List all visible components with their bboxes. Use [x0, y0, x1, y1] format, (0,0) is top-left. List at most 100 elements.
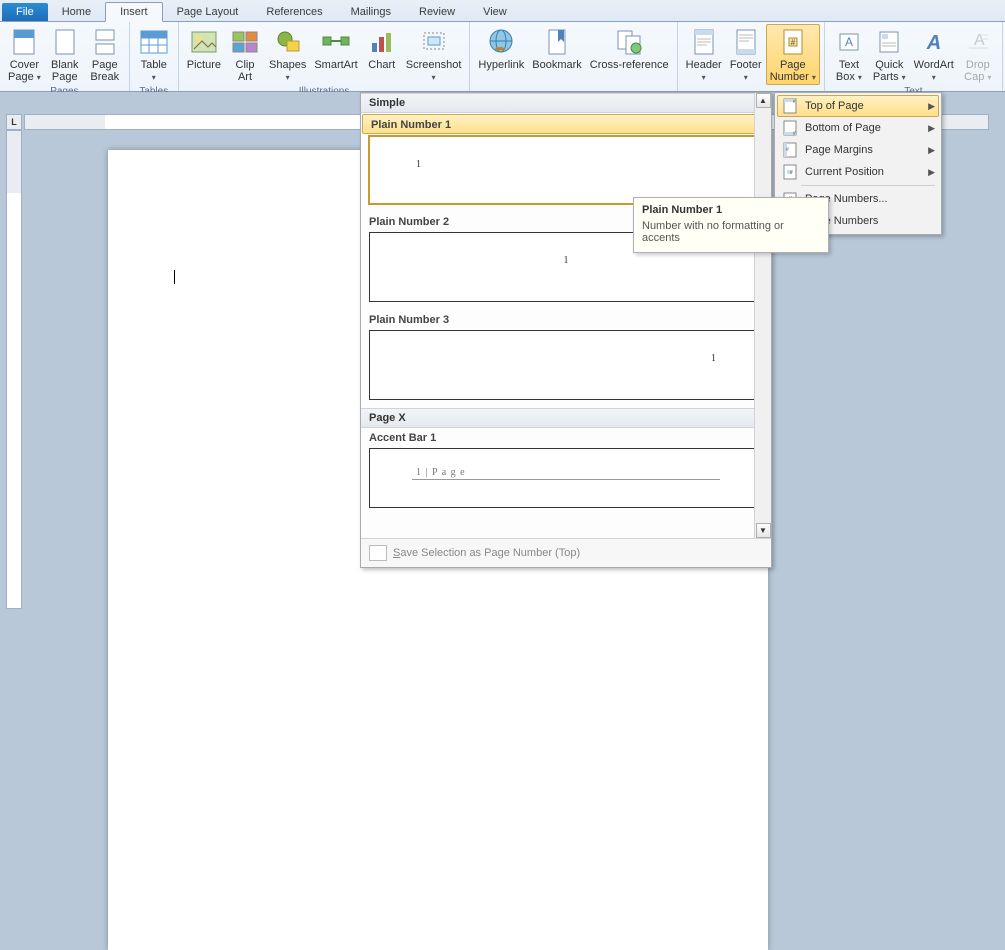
group-illustrations: Picture ClipArt Shapes▾ SmartArt Chart S…	[179, 22, 471, 91]
gallery-item-plain-3[interactable]: Plain Number 3 1	[361, 310, 771, 400]
shapes-button[interactable]: Shapes▾	[265, 24, 310, 85]
top-of-page-icon: #	[781, 98, 799, 114]
textbox-button[interactable]: ATextBox ▾	[829, 24, 869, 85]
page-number-button[interactable]: #PageNumber ▾	[766, 24, 820, 85]
menu-separator	[801, 185, 935, 186]
cover-page-icon	[8, 26, 40, 58]
save-selection-icon	[369, 545, 387, 561]
page-margins-icon: #	[781, 142, 799, 158]
scroll-down-button[interactable]: ▼	[756, 523, 771, 538]
menu-current-position[interactable]: # Current Position ▶	[777, 161, 939, 183]
bookmark-icon	[541, 26, 573, 58]
tooltip-body: Number with no formatting or accents	[642, 220, 820, 244]
menu-label: Current Position	[805, 166, 884, 178]
tooltip-title: Plain Number 1	[642, 204, 820, 216]
svg-text:#: #	[793, 131, 796, 136]
menu-bottom-of-page[interactable]: # Bottom of Page ▶	[777, 117, 939, 139]
group-links: Hyperlink Bookmark Cross-reference	[470, 22, 677, 91]
clipart-button[interactable]: ClipArt	[225, 24, 265, 85]
group-label-links	[474, 77, 672, 91]
tab-home[interactable]: Home	[48, 3, 105, 21]
submenu-arrow-icon: ▶	[928, 101, 935, 112]
group-pages: CoverPage ▾ BlankPage PageBreak Pages	[0, 22, 130, 91]
cover-page-button[interactable]: CoverPage ▾	[4, 24, 45, 85]
page-number-icon: #	[777, 26, 809, 58]
clipart-icon	[229, 26, 261, 58]
vertical-ruler[interactable]	[6, 130, 22, 609]
smartart-button[interactable]: SmartArt	[310, 24, 361, 73]
chart-button[interactable]: Chart	[362, 24, 402, 73]
textbox-icon: A	[833, 26, 865, 58]
menu-top-of-page[interactable]: # Top of Page ▶	[777, 95, 939, 117]
tab-references[interactable]: References	[252, 3, 336, 21]
tooltip: Plain Number 1 Number with no formatting…	[633, 197, 829, 253]
gallery-scrollbar[interactable]: ▲ ▼	[754, 93, 771, 538]
tab-alignment-selector[interactable]: L	[6, 114, 22, 130]
svg-text:A: A	[926, 32, 941, 54]
submenu-arrow-icon: ▶	[928, 167, 935, 178]
hyperlink-button[interactable]: Hyperlink	[474, 24, 528, 73]
footer-button[interactable]: Footer▾	[726, 24, 766, 85]
group-headerfooter: Header▾ Footer▾ #PageNumber ▾	[678, 22, 825, 91]
bookmark-button[interactable]: Bookmark	[528, 24, 586, 73]
tab-strip: File Home Insert Page Layout References …	[0, 0, 1005, 22]
wordart-button[interactable]: AWordArt▾	[910, 24, 958, 85]
submenu-arrow-icon: ▶	[928, 145, 935, 156]
svg-text:#: #	[791, 38, 796, 47]
gallery-preview: 1 | P a g e	[369, 448, 763, 508]
gallery-item-label: Accent Bar 1	[361, 428, 771, 446]
header-button[interactable]: Header▾	[682, 24, 726, 85]
gallery-group-simple: Simple	[361, 93, 771, 113]
ribbon: CoverPage ▾ BlankPage PageBreak Pages Ta…	[0, 22, 1005, 92]
tab-mailings[interactable]: Mailings	[337, 3, 405, 21]
gallery-item-label: Plain Number 1	[362, 114, 770, 134]
tab-insert[interactable]: Insert	[105, 2, 163, 22]
tab-file[interactable]: File	[2, 3, 48, 21]
page-number-gallery: Simple Plain Number 1 1 Plain Number 2 1…	[360, 92, 772, 568]
svg-text:#: #	[793, 99, 796, 105]
table-icon	[138, 26, 170, 58]
screenshot-button[interactable]: Screenshot▾	[402, 24, 466, 85]
gallery-save-selection: Save Selection as Page Number (Top)	[361, 538, 771, 567]
menu-label: Page Margins	[805, 144, 873, 156]
gallery-scroll[interactable]: Simple Plain Number 1 1 Plain Number 2 1…	[361, 93, 771, 538]
svg-text:A: A	[845, 35, 853, 49]
gallery-item-label: Plain Number 3	[361, 310, 771, 328]
gallery-item-accent-1[interactable]: Accent Bar 1 1 | P a g e	[361, 428, 771, 508]
menu-page-margins[interactable]: # Page Margins ▶	[777, 139, 939, 161]
menu-label: Top of Page	[805, 100, 864, 112]
text-cursor	[174, 270, 175, 284]
blank-page-icon	[49, 26, 81, 58]
menu-label: Bottom of Page	[805, 122, 881, 134]
quickparts-icon	[873, 26, 905, 58]
blank-page-button[interactable]: BlankPage	[45, 24, 85, 85]
scroll-up-button[interactable]: ▲	[756, 93, 771, 108]
svg-text:#: #	[786, 147, 789, 153]
picture-button[interactable]: Picture	[183, 24, 225, 73]
svg-text:#: #	[790, 170, 793, 176]
hyperlink-icon	[485, 26, 517, 58]
page-break-icon	[89, 26, 121, 58]
submenu-arrow-icon: ▶	[928, 123, 935, 134]
table-button[interactable]: Table▾	[134, 24, 174, 85]
header-icon	[688, 26, 720, 58]
quickparts-button[interactable]: QuickParts ▾	[869, 24, 910, 85]
tab-review[interactable]: Review	[405, 3, 469, 21]
smartart-icon	[320, 26, 352, 58]
wordart-icon: A	[918, 26, 950, 58]
gallery-cmd-label: Save Selection as Page Number (Top)	[393, 547, 580, 559]
group-tables: Table▾ Tables	[130, 22, 179, 91]
chart-icon	[366, 26, 398, 58]
dropcap-button[interactable]: ADropCap ▾	[958, 24, 998, 85]
crossref-button[interactable]: Cross-reference	[586, 24, 673, 73]
tab-view[interactable]: View	[469, 3, 521, 21]
footer-icon	[730, 26, 762, 58]
tab-page-layout[interactable]: Page Layout	[163, 3, 253, 21]
page-break-button[interactable]: PageBreak	[85, 24, 125, 85]
gallery-item-plain-1[interactable]: Plain Number 1 1	[361, 114, 771, 205]
shapes-icon	[272, 26, 304, 58]
group-text: ATextBox ▾ QuickParts ▾ AWordArt▾ ADropC…	[825, 22, 1003, 91]
gallery-group-pagex: Page X	[361, 408, 771, 428]
crossref-icon	[613, 26, 645, 58]
dropcap-icon: A	[962, 26, 994, 58]
